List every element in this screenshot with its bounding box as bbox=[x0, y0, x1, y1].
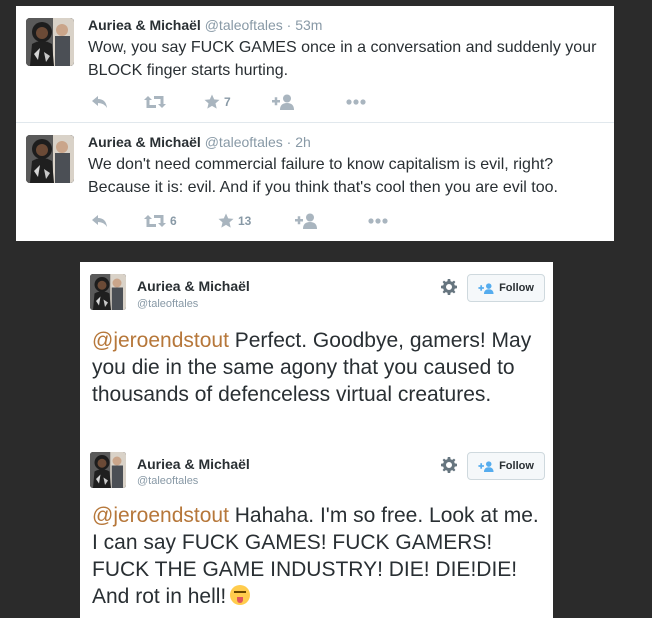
gear-icon[interactable] bbox=[441, 457, 457, 473]
follow-label: Follow bbox=[499, 282, 534, 294]
avatar[interactable] bbox=[90, 452, 126, 488]
more-button[interactable] bbox=[346, 92, 366, 112]
tweet-timestamp[interactable]: · 53m bbox=[287, 17, 323, 33]
follow-label: Follow bbox=[499, 460, 534, 472]
reply-button[interactable] bbox=[91, 211, 109, 231]
tweet-text: @jeroendstout Hahaha. I'm so free. Look … bbox=[92, 502, 547, 610]
retweet-icon bbox=[144, 215, 166, 227]
author-name[interactable]: Auriea & Michaël bbox=[137, 456, 250, 472]
tweet-header: Auriea & Michaël @taleoftales · 53m bbox=[88, 17, 322, 33]
more-button[interactable] bbox=[368, 211, 388, 231]
retweet-button[interactable]: 6 bbox=[144, 211, 177, 231]
favorite-count: 13 bbox=[238, 214, 252, 228]
author-handle[interactable]: @taleoftales bbox=[137, 475, 198, 487]
favorite-button[interactable]: 13 bbox=[218, 211, 251, 231]
favorite-icon bbox=[204, 94, 220, 109]
retweet-button[interactable] bbox=[144, 92, 170, 112]
author-name[interactable]: Auriea & Michaël bbox=[88, 17, 201, 33]
retweet-count: 6 bbox=[170, 214, 177, 228]
author-name[interactable]: Auriea & Michaël bbox=[88, 134, 201, 150]
squinting-tongue-emoji-icon bbox=[230, 585, 251, 605]
more-icon bbox=[368, 218, 388, 224]
favorite-count: 7 bbox=[224, 95, 231, 109]
follow-button[interactable]: Follow bbox=[467, 452, 545, 480]
follow-icon bbox=[478, 460, 494, 472]
favorite-button[interactable]: 7 bbox=[204, 92, 231, 112]
follow-icon bbox=[272, 94, 294, 110]
avatar[interactable] bbox=[26, 18, 74, 66]
follow-button[interactable]: Follow bbox=[467, 274, 545, 302]
follow-action-button[interactable] bbox=[295, 211, 317, 231]
more-icon bbox=[346, 99, 366, 105]
tweet-text: Wow, you say FUCK GAMES once in a conver… bbox=[88, 39, 597, 79]
mention-link[interactable]: @jeroendstout bbox=[92, 504, 229, 527]
avatar[interactable] bbox=[90, 274, 126, 310]
reply-icon bbox=[92, 215, 107, 227]
mention-link[interactable]: @jeroendstout bbox=[92, 329, 229, 352]
follow-icon bbox=[478, 282, 494, 294]
follow-icon bbox=[295, 213, 317, 229]
author-handle[interactable]: @taleoftales bbox=[137, 298, 198, 310]
timeline-tweet[interactable]: Auriea & Michaël @taleoftales · 2h We do… bbox=[16, 123, 614, 241]
embedded-tweet[interactable]: Auriea & Michaël @taleoftales Follow @je… bbox=[80, 446, 553, 618]
embedded-tweet[interactable]: Auriea & Michaël @taleoftales Follow @je… bbox=[80, 262, 553, 446]
reply-icon bbox=[92, 96, 107, 108]
timeline-panel: Auriea & Michaël @taleoftales · 53m Wow,… bbox=[16, 6, 614, 241]
author-name[interactable]: Auriea & Michaël bbox=[137, 278, 250, 294]
retweet-icon bbox=[144, 96, 166, 108]
tweet-text: We don't need commercial failure to know… bbox=[88, 156, 558, 196]
follow-action-button[interactable] bbox=[272, 92, 294, 112]
gear-icon[interactable] bbox=[441, 279, 457, 295]
tweet-header: Auriea & Michaël @taleoftales · 2h bbox=[88, 134, 311, 150]
reply-button[interactable] bbox=[91, 92, 109, 112]
tweet-timestamp[interactable]: · 2h bbox=[287, 134, 311, 150]
timeline-tweet[interactable]: Auriea & Michaël @taleoftales · 53m Wow,… bbox=[16, 6, 614, 122]
embedded-tweets-card: Auriea & Michaël @taleoftales Follow @je… bbox=[80, 262, 553, 618]
author-handle[interactable]: @taleoftales bbox=[205, 17, 283, 33]
avatar[interactable] bbox=[26, 135, 74, 183]
author-handle[interactable]: @taleoftales bbox=[205, 134, 283, 150]
tweet-text: @jeroendstout Perfect. Goodbye, gamers! … bbox=[92, 327, 547, 408]
favorite-icon bbox=[218, 213, 234, 228]
